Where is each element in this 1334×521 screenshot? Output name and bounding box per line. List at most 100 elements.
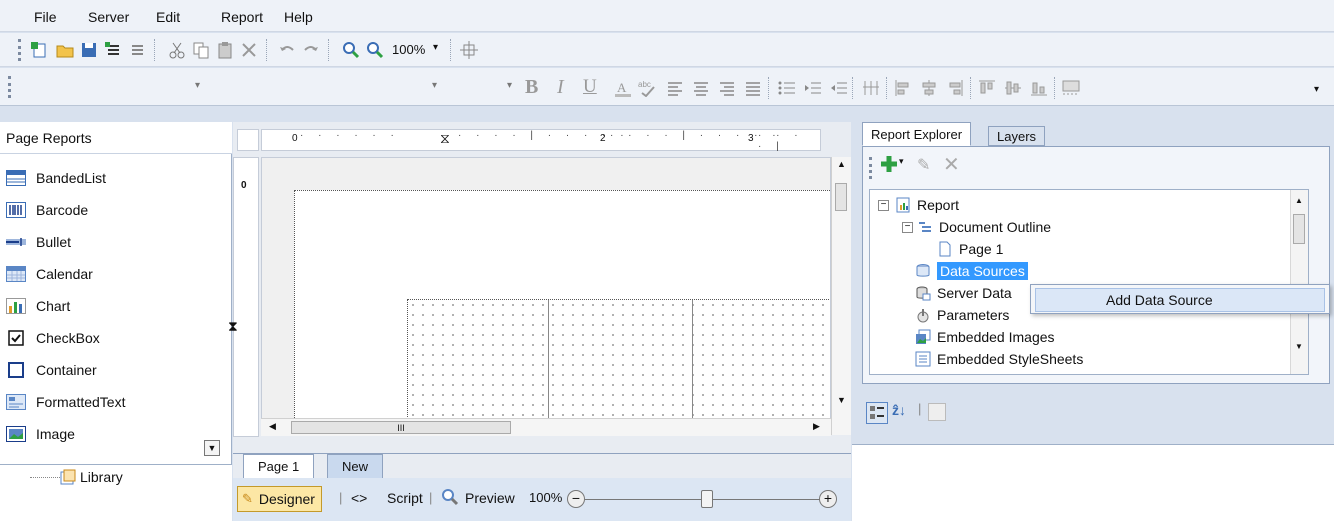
margin-handle-icon[interactable]: ⧗: [228, 318, 238, 335]
font-size-dropdown-icon[interactable]: ▾: [432, 80, 437, 91]
sort-alpha-icon[interactable]: ẑ↓: [892, 402, 906, 418]
toolbar-overflow-icon[interactable]: ▾: [1314, 84, 1319, 95]
delete-icon[interactable]: [238, 39, 260, 61]
add-plus-icon[interactable]: [879, 154, 899, 177]
design-canvas[interactable]: [261, 157, 831, 435]
menu-server[interactable]: Server: [82, 7, 135, 27]
align-to-grid-icon[interactable]: [860, 77, 882, 99]
align-middles-icon[interactable]: [1002, 77, 1024, 99]
align-right-icon[interactable]: [716, 77, 738, 99]
canvas-vertical-scrollbar[interactable]: ▲ ▼: [831, 157, 851, 435]
canvas-horizontal-scrollbar[interactable]: ◀ III ▶: [261, 418, 831, 436]
add-dropdown-icon[interactable]: ▾: [899, 156, 904, 167]
zoom-in-button[interactable]: +: [819, 490, 837, 508]
align-center-icon[interactable]: [690, 77, 712, 99]
menu-report[interactable]: Report: [215, 7, 269, 27]
tree-item-server-data[interactable]: Server Data: [914, 282, 1012, 304]
menu-edit[interactable]: Edit: [150, 7, 186, 27]
property-pages-icon[interactable]: [928, 403, 946, 421]
outdent-icon[interactable]: [828, 77, 850, 99]
align-bottoms-icon[interactable]: [1028, 77, 1050, 99]
save-icon[interactable]: [78, 39, 100, 61]
horizontal-ruler[interactable]: 0 · · · · · · ⧖ · · · · | · · · · · 2 · …: [261, 129, 821, 152]
justify-icon[interactable]: [742, 77, 764, 99]
margin-handle-icon[interactable]: ⧖: [440, 130, 450, 147]
font-style-dropdown-icon[interactable]: ▾: [507, 80, 512, 91]
edit-pencil-icon[interactable]: ✎: [917, 155, 930, 175]
scroll-down-icon[interactable]: ▼: [1295, 342, 1303, 351]
tree-item-report[interactable]: Report: [894, 194, 959, 216]
collapse-toggle-icon[interactable]: −: [902, 222, 913, 233]
toolbox-scroll-down-icon[interactable]: ▼: [204, 440, 220, 456]
font-name-dropdown-icon[interactable]: ▾: [195, 80, 200, 91]
font-color-icon[interactable]: A: [612, 77, 634, 99]
zoom-dropdown-icon[interactable]: ▾: [433, 42, 438, 53]
tab-report-explorer[interactable]: Report Explorer: [862, 122, 972, 146]
scroll-left-icon[interactable]: ◀: [269, 421, 276, 432]
size-to-grid-icon[interactable]: [1060, 77, 1082, 99]
align-rights-icon[interactable]: [944, 77, 966, 99]
menu-file[interactable]: File: [28, 7, 63, 27]
redo-icon[interactable]: [300, 39, 322, 61]
tool-chart[interactable]: Chart: [6, 292, 70, 320]
report-page[interactable]: [294, 190, 830, 434]
toolbar-grip[interactable]: [8, 76, 11, 98]
delete-x-icon[interactable]: ✕: [943, 152, 960, 177]
spell-check-icon[interactable]: abc: [636, 77, 658, 99]
menu-help[interactable]: Help: [278, 7, 319, 27]
scroll-down-icon[interactable]: ▼: [837, 395, 846, 405]
undo-icon[interactable]: [276, 39, 298, 61]
scroll-up-icon[interactable]: ▲: [837, 159, 846, 169]
tool-checkbox[interactable]: CheckBox: [6, 324, 100, 352]
tool-bandedlist[interactable]: BandedList: [6, 164, 106, 192]
scroll-thumb[interactable]: [835, 183, 847, 211]
tree-item-embedded-images[interactable]: Embedded Images: [914, 326, 1055, 348]
cut-icon[interactable]: [166, 39, 188, 61]
add-data-source-menu-item[interactable]: Add Data Source: [1035, 288, 1325, 312]
align-lefts-icon[interactable]: [892, 77, 914, 99]
tool-bullet[interactable]: Bullet: [6, 228, 71, 256]
add-section-icon[interactable]: [102, 39, 124, 61]
zoom-in-icon[interactable]: [364, 39, 386, 61]
scroll-up-icon[interactable]: ▲: [1295, 196, 1303, 205]
scroll-thumb[interactable]: III: [291, 421, 511, 434]
tab-layers[interactable]: Layers: [988, 126, 1046, 146]
align-tops-icon[interactable]: [976, 77, 998, 99]
zoom-out-icon[interactable]: [340, 39, 362, 61]
scroll-thumb[interactable]: [1293, 214, 1305, 244]
tree-item-page-1[interactable]: Page 1: [936, 238, 1003, 260]
tool-container[interactable]: Container: [6, 356, 97, 384]
bullet-list-icon[interactable]: [776, 77, 798, 99]
preview-icon[interactable]: [441, 488, 459, 509]
zoom-out-button[interactable]: −: [567, 490, 585, 508]
tree-item-embedded-stylesheets[interactable]: Embedded StyleSheets: [914, 348, 1083, 370]
designer-mode-button[interactable]: ✎ Designer: [237, 486, 322, 512]
tool-formattedtext[interactable]: FormattedText: [6, 388, 125, 416]
tree-item-parameters[interactable]: Parameters: [914, 304, 1009, 326]
library-label[interactable]: Library: [80, 469, 123, 485]
fit-page-icon[interactable]: [458, 39, 480, 61]
open-folder-icon[interactable]: [54, 39, 76, 61]
tree-item-document-outline[interactable]: Document Outline: [916, 216, 1051, 238]
toolbox-header[interactable]: Page Reports: [0, 122, 232, 154]
collapse-toggle-icon[interactable]: −: [878, 200, 889, 211]
tab-page-1[interactable]: Page 1: [243, 454, 315, 478]
indent-icon[interactable]: [802, 77, 824, 99]
copy-icon[interactable]: [190, 39, 212, 61]
underline-button[interactable]: U: [583, 76, 597, 98]
tree-item-data-sources[interactable]: Data Sources: [914, 260, 1028, 282]
tool-image[interactable]: Image: [6, 420, 75, 448]
tree-scrollbar[interactable]: ▲ ▼: [1290, 190, 1308, 374]
toolbar-grip[interactable]: [869, 157, 872, 179]
scroll-right-icon[interactable]: ▶: [813, 421, 820, 432]
zoom-slider-thumb[interactable]: [701, 490, 713, 508]
tool-barcode[interactable]: Barcode: [6, 196, 88, 224]
remove-section-icon[interactable]: [126, 39, 148, 61]
table-control[interactable]: [407, 299, 830, 434]
preview-mode-button[interactable]: Preview: [465, 490, 515, 506]
properties-grid[interactable]: [852, 444, 1334, 521]
code-icon[interactable]: <>: [351, 490, 367, 506]
script-mode-button[interactable]: Script: [387, 490, 423, 506]
italic-button[interactable]: I: [557, 76, 564, 99]
toolbar-grip[interactable]: [18, 39, 21, 61]
